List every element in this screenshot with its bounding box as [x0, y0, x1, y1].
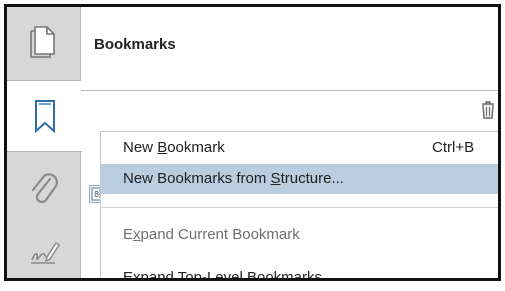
menu-item-new-bookmarks-from-structure[interactable]: New Bookmarks from Structure...	[101, 164, 498, 194]
signatures-button[interactable]	[7, 219, 81, 278]
bookmarks-tab-button[interactable]	[7, 80, 82, 152]
navigation-pane: Bookmarks 8 New Bookmark Ctrl+B New Book…	[4, 4, 501, 281]
menu-divider	[101, 207, 498, 208]
menu-item-label: New Bookmark	[123, 139, 225, 156]
svg-text:8: 8	[94, 190, 99, 199]
shortcut-label: Ctrl+B	[432, 139, 475, 156]
navigation-sidebar	[7, 7, 82, 278]
page-title: Bookmarks	[94, 36, 176, 53]
delete-bookmark-button[interactable]	[480, 100, 496, 124]
bookmarks-toolbar: 8	[81, 91, 498, 203]
options-menu: New Bookmark Ctrl+B New Bookmarks from S…	[100, 131, 498, 281]
pages-icon	[30, 26, 55, 58]
attachments-button[interactable]	[7, 155, 81, 225]
menu-item-expand-current-bookmark[interactable]: Expand Current Bookmark	[101, 220, 498, 250]
menu-item-label: New Bookmarks from Structure...	[123, 170, 344, 187]
menu-item-label: Expand Top-Level Bookmarks	[123, 269, 323, 281]
bookmark-icon	[34, 100, 55, 134]
panel-header: Bookmarks	[81, 7, 498, 91]
signature-icon	[31, 241, 60, 264]
trash-icon	[482, 101, 494, 119]
menu-item-label: Expand Current Bookmark	[123, 226, 300, 243]
menu-item-new-bookmark[interactable]: New Bookmark Ctrl+B	[101, 133, 498, 163]
menu-item-expand-top-level-bookmarks[interactable]: Expand Top-Level Bookmarks	[101, 263, 498, 281]
page-thumbnails-button[interactable]	[7, 7, 81, 77]
paperclip-icon	[31, 173, 58, 204]
